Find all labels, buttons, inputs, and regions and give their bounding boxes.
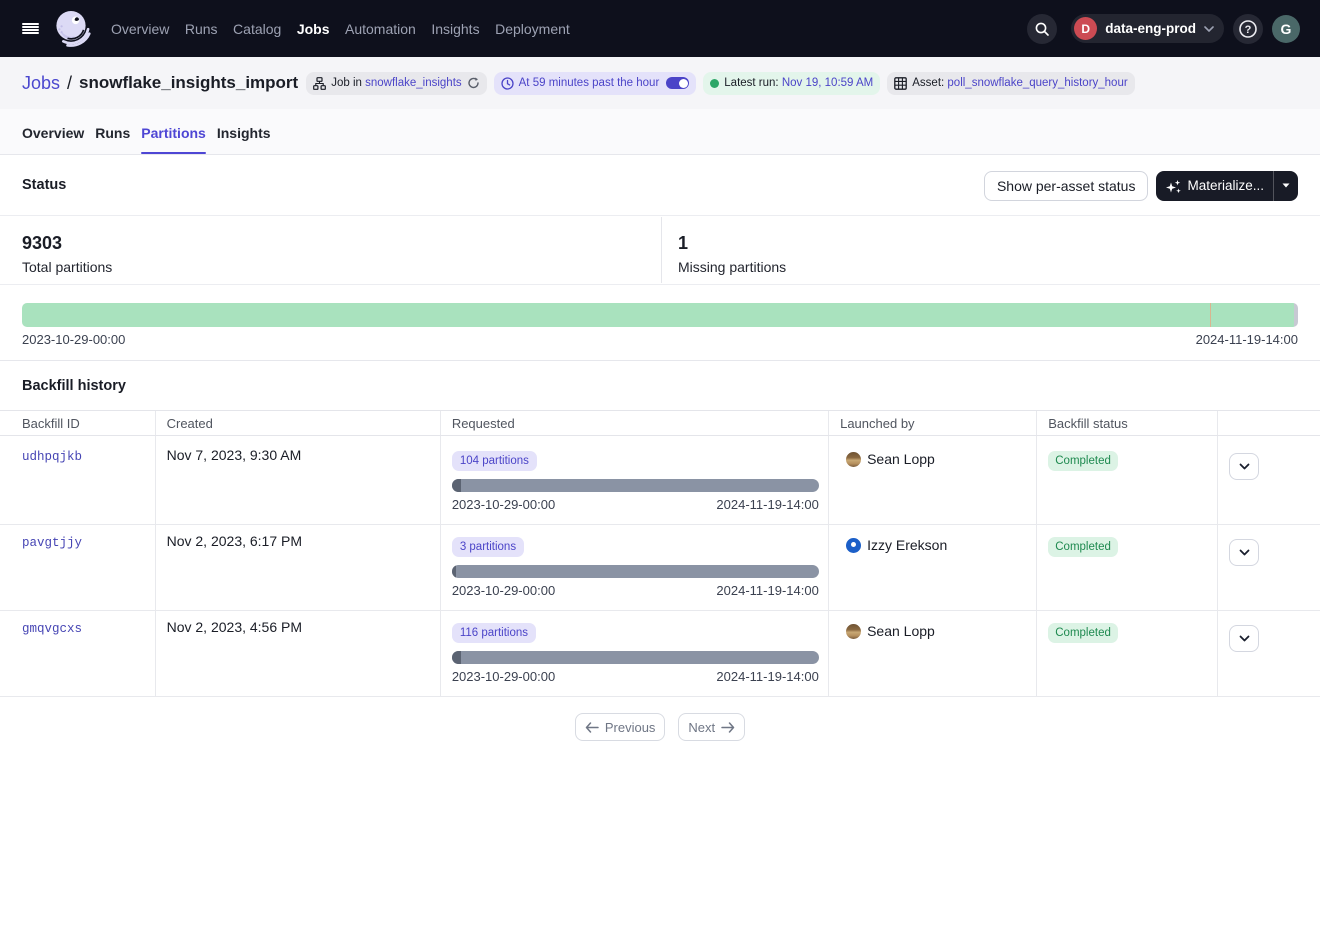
svg-text:?: ?	[1245, 24, 1252, 36]
